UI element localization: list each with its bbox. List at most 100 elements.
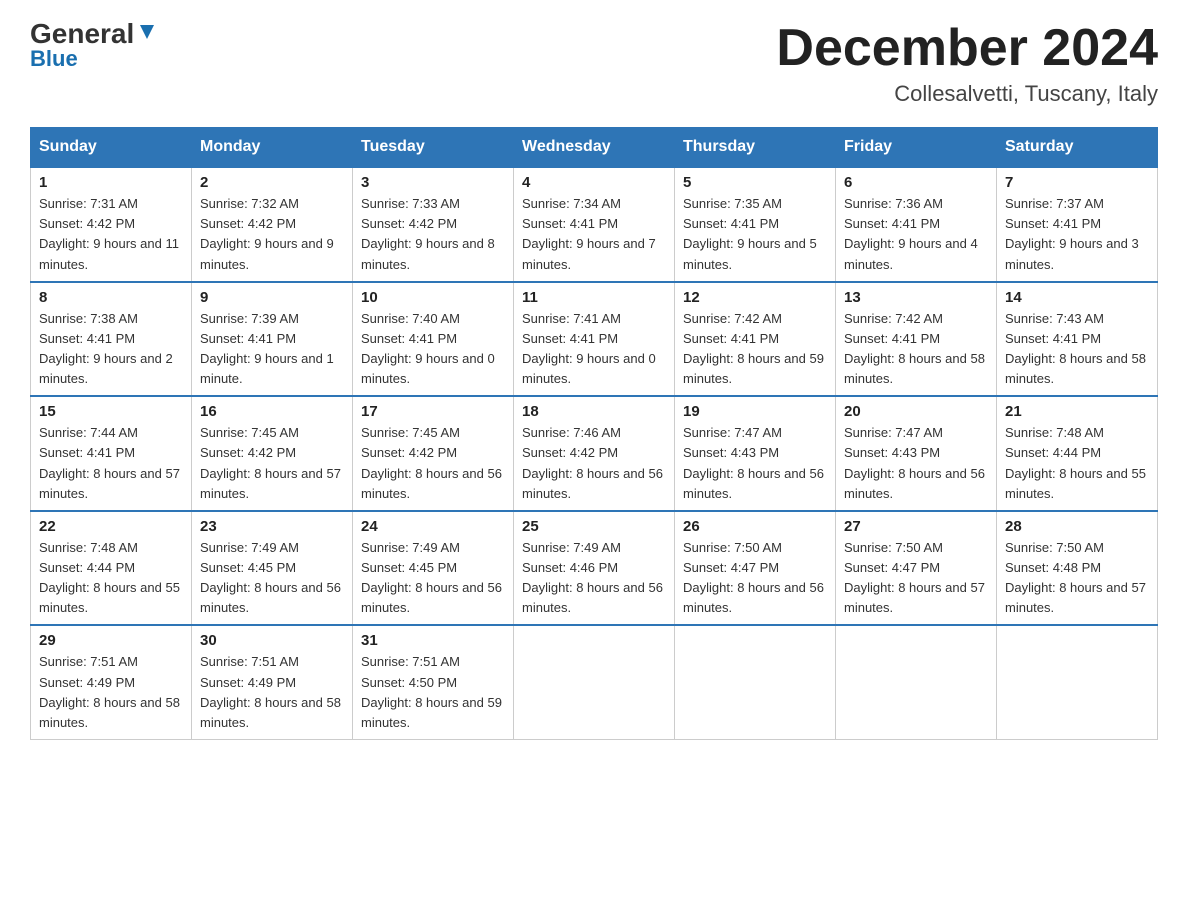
calendar-cell: 11 Sunrise: 7:41 AMSunset: 4:41 PMDaylig…: [514, 282, 675, 397]
calendar-cell: 28 Sunrise: 7:50 AMSunset: 4:48 PMDaylig…: [997, 511, 1158, 626]
day-number: 30: [200, 632, 344, 649]
day-info: Sunrise: 7:42 AMSunset: 4:41 PMDaylight:…: [683, 311, 824, 386]
page-header: General Blue December 2024 Collesalvetti…: [30, 20, 1158, 107]
day-number: 11: [522, 289, 666, 306]
day-number: 16: [200, 403, 344, 420]
day-number: 4: [522, 174, 666, 191]
calendar-week-4: 22 Sunrise: 7:48 AMSunset: 4:44 PMDaylig…: [31, 511, 1158, 626]
day-info: Sunrise: 7:44 AMSunset: 4:41 PMDaylight:…: [39, 425, 180, 500]
calendar-cell: 1 Sunrise: 7:31 AMSunset: 4:42 PMDayligh…: [31, 167, 192, 282]
calendar-cell: 6 Sunrise: 7:36 AMSunset: 4:41 PMDayligh…: [836, 167, 997, 282]
calendar-cell: 21 Sunrise: 7:48 AMSunset: 4:44 PMDaylig…: [997, 396, 1158, 511]
day-info: Sunrise: 7:47 AMSunset: 4:43 PMDaylight:…: [683, 425, 824, 500]
day-info: Sunrise: 7:43 AMSunset: 4:41 PMDaylight:…: [1005, 311, 1146, 386]
day-number: 15: [39, 403, 183, 420]
logo-general: General: [30, 20, 134, 48]
calendar-title: December 2024: [776, 20, 1158, 77]
day-info: Sunrise: 7:45 AMSunset: 4:42 PMDaylight:…: [200, 425, 341, 500]
calendar-cell: 19 Sunrise: 7:47 AMSunset: 4:43 PMDaylig…: [675, 396, 836, 511]
weekday-header-monday: Monday: [192, 128, 353, 168]
day-number: 22: [39, 518, 183, 535]
day-number: 26: [683, 518, 827, 535]
calendar-cell: 16 Sunrise: 7:45 AMSunset: 4:42 PMDaylig…: [192, 396, 353, 511]
day-number: 7: [1005, 174, 1149, 191]
day-number: 21: [1005, 403, 1149, 420]
calendar-cell: 27 Sunrise: 7:50 AMSunset: 4:47 PMDaylig…: [836, 511, 997, 626]
day-info: Sunrise: 7:50 AMSunset: 4:47 PMDaylight:…: [683, 540, 824, 615]
day-info: Sunrise: 7:46 AMSunset: 4:42 PMDaylight:…: [522, 425, 663, 500]
day-info: Sunrise: 7:51 AMSunset: 4:50 PMDaylight:…: [361, 654, 502, 729]
day-number: 17: [361, 403, 505, 420]
calendar-week-3: 15 Sunrise: 7:44 AMSunset: 4:41 PMDaylig…: [31, 396, 1158, 511]
calendar-cell: 31 Sunrise: 7:51 AMSunset: 4:50 PMDaylig…: [353, 625, 514, 739]
day-info: Sunrise: 7:38 AMSunset: 4:41 PMDaylight:…: [39, 311, 173, 386]
calendar-week-1: 1 Sunrise: 7:31 AMSunset: 4:42 PMDayligh…: [31, 167, 1158, 282]
title-area: December 2024 Collesalvetti, Tuscany, It…: [776, 20, 1158, 107]
day-info: Sunrise: 7:50 AMSunset: 4:48 PMDaylight:…: [1005, 540, 1146, 615]
calendar-cell: 23 Sunrise: 7:49 AMSunset: 4:45 PMDaylig…: [192, 511, 353, 626]
day-info: Sunrise: 7:31 AMSunset: 4:42 PMDaylight:…: [39, 196, 179, 271]
calendar-week-2: 8 Sunrise: 7:38 AMSunset: 4:41 PMDayligh…: [31, 282, 1158, 397]
day-number: 23: [200, 518, 344, 535]
weekday-header-thursday: Thursday: [675, 128, 836, 168]
day-number: 27: [844, 518, 988, 535]
weekday-header-saturday: Saturday: [997, 128, 1158, 168]
calendar-cell: 4 Sunrise: 7:34 AMSunset: 4:41 PMDayligh…: [514, 167, 675, 282]
day-number: 14: [1005, 289, 1149, 306]
day-number: 6: [844, 174, 988, 191]
calendar-cell: 7 Sunrise: 7:37 AMSunset: 4:41 PMDayligh…: [997, 167, 1158, 282]
logo-triangle-icon: [136, 21, 158, 43]
day-number: 5: [683, 174, 827, 191]
weekday-header-wednesday: Wednesday: [514, 128, 675, 168]
day-info: Sunrise: 7:32 AMSunset: 4:42 PMDaylight:…: [200, 196, 334, 271]
day-number: 19: [683, 403, 827, 420]
day-info: Sunrise: 7:40 AMSunset: 4:41 PMDaylight:…: [361, 311, 495, 386]
day-number: 28: [1005, 518, 1149, 535]
logo: General Blue: [30, 20, 158, 72]
calendar-cell: 8 Sunrise: 7:38 AMSunset: 4:41 PMDayligh…: [31, 282, 192, 397]
day-info: Sunrise: 7:48 AMSunset: 4:44 PMDaylight:…: [39, 540, 180, 615]
day-number: 12: [683, 289, 827, 306]
calendar-cell: [514, 625, 675, 739]
calendar-cell: 14 Sunrise: 7:43 AMSunset: 4:41 PMDaylig…: [997, 282, 1158, 397]
calendar-week-5: 29 Sunrise: 7:51 AMSunset: 4:49 PMDaylig…: [31, 625, 1158, 739]
calendar-cell: 3 Sunrise: 7:33 AMSunset: 4:42 PMDayligh…: [353, 167, 514, 282]
day-info: Sunrise: 7:39 AMSunset: 4:41 PMDaylight:…: [200, 311, 334, 386]
day-info: Sunrise: 7:34 AMSunset: 4:41 PMDaylight:…: [522, 196, 656, 271]
calendar-cell: [836, 625, 997, 739]
calendar-cell: 29 Sunrise: 7:51 AMSunset: 4:49 PMDaylig…: [31, 625, 192, 739]
day-number: 10: [361, 289, 505, 306]
day-info: Sunrise: 7:42 AMSunset: 4:41 PMDaylight:…: [844, 311, 985, 386]
logo-blue: Blue: [30, 46, 78, 72]
day-info: Sunrise: 7:37 AMSunset: 4:41 PMDaylight:…: [1005, 196, 1139, 271]
day-number: 13: [844, 289, 988, 306]
weekday-header-sunday: Sunday: [31, 128, 192, 168]
calendar-cell: 24 Sunrise: 7:49 AMSunset: 4:45 PMDaylig…: [353, 511, 514, 626]
day-number: 18: [522, 403, 666, 420]
calendar-table: SundayMondayTuesdayWednesdayThursdayFrid…: [30, 127, 1158, 740]
calendar-cell: 15 Sunrise: 7:44 AMSunset: 4:41 PMDaylig…: [31, 396, 192, 511]
day-info: Sunrise: 7:35 AMSunset: 4:41 PMDaylight:…: [683, 196, 817, 271]
day-info: Sunrise: 7:47 AMSunset: 4:43 PMDaylight:…: [844, 425, 985, 500]
day-number: 29: [39, 632, 183, 649]
calendar-cell: [997, 625, 1158, 739]
day-info: Sunrise: 7:49 AMSunset: 4:45 PMDaylight:…: [361, 540, 502, 615]
calendar-cell: 2 Sunrise: 7:32 AMSunset: 4:42 PMDayligh…: [192, 167, 353, 282]
day-number: 25: [522, 518, 666, 535]
day-number: 3: [361, 174, 505, 191]
calendar-cell: 12 Sunrise: 7:42 AMSunset: 4:41 PMDaylig…: [675, 282, 836, 397]
day-info: Sunrise: 7:41 AMSunset: 4:41 PMDaylight:…: [522, 311, 656, 386]
calendar-cell: 22 Sunrise: 7:48 AMSunset: 4:44 PMDaylig…: [31, 511, 192, 626]
day-number: 1: [39, 174, 183, 191]
calendar-cell: 13 Sunrise: 7:42 AMSunset: 4:41 PMDaylig…: [836, 282, 997, 397]
day-info: Sunrise: 7:50 AMSunset: 4:47 PMDaylight:…: [844, 540, 985, 615]
day-info: Sunrise: 7:49 AMSunset: 4:46 PMDaylight:…: [522, 540, 663, 615]
calendar-subtitle: Collesalvetti, Tuscany, Italy: [776, 81, 1158, 107]
calendar-cell: 25 Sunrise: 7:49 AMSunset: 4:46 PMDaylig…: [514, 511, 675, 626]
day-number: 8: [39, 289, 183, 306]
day-info: Sunrise: 7:51 AMSunset: 4:49 PMDaylight:…: [39, 654, 180, 729]
day-number: 9: [200, 289, 344, 306]
calendar-cell: 30 Sunrise: 7:51 AMSunset: 4:49 PMDaylig…: [192, 625, 353, 739]
day-number: 20: [844, 403, 988, 420]
calendar-cell: 5 Sunrise: 7:35 AMSunset: 4:41 PMDayligh…: [675, 167, 836, 282]
